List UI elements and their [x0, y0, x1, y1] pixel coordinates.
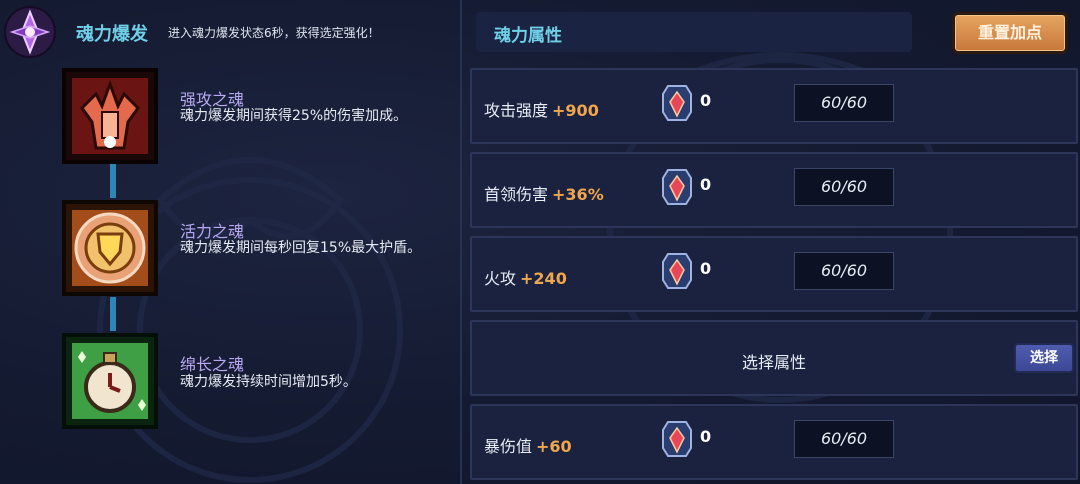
- attribute-label: 火攻 +240: [484, 265, 567, 289]
- attribute-label: 攻击强度 +900: [484, 97, 599, 121]
- attribute-cap: 60/60: [794, 252, 894, 290]
- attribute-cap: 60/60: [794, 84, 894, 122]
- attribute-row: 暴伤值 +60 0 60/60: [470, 404, 1078, 480]
- attribute-label: 首领伤害 +36%: [484, 181, 604, 205]
- attribute-bonus: +900: [552, 101, 599, 120]
- attribute-row: 首领伤害 +36% 0 60/60: [470, 152, 1078, 228]
- red-fist-icon[interactable]: [62, 68, 158, 164]
- gem-count: 0: [700, 91, 712, 110]
- attribute-bonus: +36%: [552, 185, 604, 204]
- attribute-cap: 60/60: [794, 420, 894, 458]
- select-attribute-label: 选择属性: [741, 353, 806, 372]
- attribute-select-slot[interactable]: 选择属性 选择: [470, 320, 1078, 396]
- attribute-name: 暴伤值: [484, 437, 533, 456]
- burst-title: 魂力爆发: [76, 24, 148, 45]
- gem-count: 0: [700, 175, 712, 194]
- soul-description: 魂力爆发期间获得25%的伤害加成。: [180, 108, 408, 124]
- attribute-row: 火攻 +240 0 60/60: [470, 236, 1078, 312]
- panel-divider: [460, 0, 462, 484]
- soul-connector: [110, 164, 116, 198]
- soul-gem-icon[interactable]: [662, 168, 692, 206]
- soul-description: 魂力爆发期间每秒回复15%最大护盾。: [180, 240, 422, 256]
- soul-gem-icon[interactable]: [662, 84, 692, 122]
- soul-gem-icon[interactable]: [662, 252, 692, 290]
- soul-description: 魂力爆发持续时间增加5秒。: [180, 374, 357, 390]
- select-button[interactable]: 选择: [1014, 343, 1074, 373]
- attribute-cap: 60/60: [794, 168, 894, 206]
- green-stopwatch-icon[interactable]: [62, 333, 158, 429]
- burst-description: 进入魂力爆发状态6秒，获得选定强化！: [168, 26, 380, 40]
- attributes-title: 魂力属性: [494, 26, 562, 46]
- attribute-bonus: +60: [536, 437, 572, 456]
- soul-gem-icon[interactable]: [662, 420, 692, 458]
- attribute-name: 攻击强度: [484, 101, 549, 120]
- attribute-bonus: +240: [520, 269, 567, 288]
- gold-shield-icon[interactable]: [62, 200, 158, 296]
- attribute-row: 攻击强度 +900 0 60/60: [470, 68, 1078, 144]
- attribute-label: 暴伤值 +60: [484, 433, 572, 457]
- gem-count: 0: [700, 259, 712, 278]
- reset-points-button[interactable]: 重置加点: [952, 12, 1068, 54]
- gem-count: 0: [700, 427, 712, 446]
- soul-connector: [110, 297, 116, 331]
- purple-crystal-icon: [4, 6, 56, 58]
- attribute-name: 首领伤害: [484, 185, 549, 204]
- attribute-name: 火攻: [484, 269, 517, 288]
